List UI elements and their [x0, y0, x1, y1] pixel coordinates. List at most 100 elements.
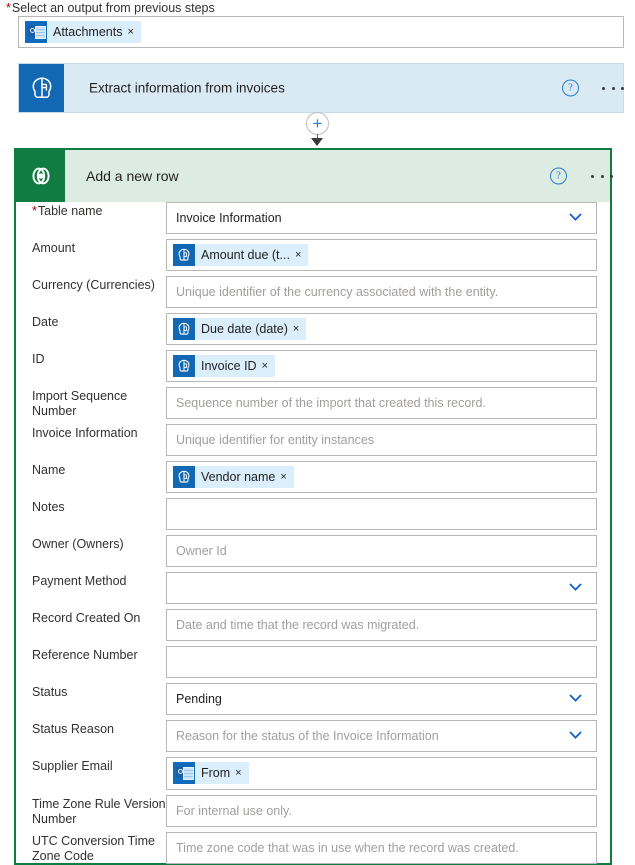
form-row: ID Invoice ID× — [16, 350, 610, 382]
output-picker-field[interactable]: Attachments × — [18, 16, 624, 48]
dataverse-icon — [16, 150, 65, 202]
close-icon[interactable]: × — [279, 466, 293, 488]
dynamic-content-token[interactable]: Amount due (t...× — [173, 244, 308, 266]
field-label: Reference Number — [16, 646, 166, 678]
outlook-icon — [25, 21, 47, 43]
form-row: Invoice InformationUnique identifier for… — [16, 424, 610, 456]
field-label-text: Name — [32, 463, 65, 477]
field-input[interactable]: Unique identifier of the currency associ… — [166, 276, 597, 308]
action-title: Extract information from invoices — [89, 81, 285, 96]
form-row: Amount Amount due (t...× — [16, 239, 610, 271]
field-label-text: Notes — [32, 500, 65, 514]
field-value: Pending — [167, 684, 596, 714]
field-label-text: Status Reason — [32, 722, 114, 736]
close-icon[interactable]: × — [126, 21, 140, 43]
help-icon[interactable]: ? — [550, 168, 567, 185]
token-label: Vendor name — [195, 470, 279, 484]
field-label: Notes — [16, 498, 166, 530]
form-row: Time Zone Rule Version NumberFor interna… — [16, 795, 610, 827]
field-label: Name — [16, 461, 166, 493]
help-icon[interactable]: ? — [562, 80, 579, 97]
field-input[interactable]: Time zone code that was in use when the … — [166, 832, 597, 864]
form-row: Record Created OnDate and time that the … — [16, 609, 610, 641]
more-options-icon[interactable] — [591, 169, 613, 183]
field-label-text: Amount — [32, 241, 75, 255]
field-label: Import Sequence Number — [16, 387, 166, 419]
ai-builder-icon — [173, 355, 195, 377]
more-options-icon[interactable] — [602, 81, 624, 95]
field-label: Status — [16, 683, 166, 715]
form-row: Supplier EmailFrom× — [16, 757, 610, 790]
field-input[interactable]: Vendor name× — [166, 461, 597, 493]
output-picker-label: *Select an output from previous steps — [6, 1, 215, 15]
field-input[interactable]: Due date (date)× — [166, 313, 597, 345]
field-label: Status Reason — [16, 720, 166, 752]
field-input[interactable]: From× — [166, 757, 597, 790]
dynamic-content-token[interactable]: Due date (date)× — [173, 318, 306, 340]
field-label: Date — [16, 313, 166, 345]
form-row: Reference Number — [16, 646, 610, 678]
form-row: Payment Method — [16, 572, 610, 604]
plus-icon: + — [313, 115, 323, 132]
field-label-text: Table name — [38, 204, 103, 218]
field-label: ID — [16, 350, 166, 382]
field-input[interactable]: Invoice Information — [166, 202, 597, 234]
field-placeholder: Unique identifier for entity instances — [167, 425, 596, 455]
close-icon[interactable]: × — [292, 318, 306, 340]
action-card-add-new-row[interactable]: Add a new row ? *Table name Invoice Infor… — [14, 148, 612, 865]
token-label: Attachments — [47, 25, 126, 39]
form-row: *Table name Invoice Information — [16, 202, 610, 234]
dynamic-content-token[interactable]: Invoice ID× — [173, 355, 275, 377]
add-step-button[interactable]: + — [306, 112, 329, 135]
field-input[interactable]: Amount due (t...× — [166, 239, 597, 271]
field-label-text: Currency (Currencies) — [32, 278, 155, 292]
field-label: UTC Conversion Time Zone Code — [16, 832, 166, 864]
action-card-extract-invoices[interactable]: Extract information from invoices ? — [18, 63, 624, 113]
field-label-text: ID — [32, 352, 45, 366]
field-label-text: Payment Method — [32, 574, 127, 588]
field-input[interactable]: Sequence number of the import that creat… — [166, 387, 597, 419]
field-label-text: UTC Conversion Time Zone Code — [32, 834, 155, 863]
action-card-header[interactable]: Add a new row ? — [16, 150, 610, 202]
field-label: Record Created On — [16, 609, 166, 641]
field-input[interactable]: Date and time that the record was migrat… — [166, 609, 597, 641]
field-placeholder: Sequence number of the import that creat… — [167, 388, 596, 418]
form-row: Currency (Currencies) Unique identifier o… — [16, 276, 610, 308]
token-label: From — [195, 766, 234, 780]
field-placeholder: Date and time that the record was migrat… — [167, 610, 596, 640]
field-label-text: Reference Number — [32, 648, 138, 662]
field-label-text: Time Zone Rule Version Number — [32, 797, 166, 826]
field-input[interactable]: For internal use only. — [166, 795, 597, 827]
close-icon[interactable]: × — [294, 244, 308, 266]
field-input[interactable]: Reason for the status of the Invoice Inf… — [166, 720, 597, 752]
token-label: Amount due (t... — [195, 248, 294, 262]
close-icon[interactable]: × — [234, 762, 248, 784]
token-label: Due date (date) — [195, 322, 292, 336]
field-input[interactable] — [166, 498, 597, 530]
close-icon[interactable]: × — [261, 355, 275, 377]
field-input[interactable]: Pending — [166, 683, 597, 715]
action-title: Add a new row — [86, 168, 179, 184]
ai-builder-icon — [19, 64, 64, 112]
field-input[interactable]: Owner Id — [166, 535, 597, 567]
token-attachments[interactable]: Attachments × — [25, 21, 141, 43]
action-form: *Table nameInvoice InformationAmountAmou… — [16, 202, 610, 865]
field-label: Invoice Information — [16, 424, 166, 456]
form-row: Owner (Owners)Owner Id — [16, 535, 610, 567]
form-row: Date Due date (date)× — [16, 313, 610, 345]
form-row: UTC Conversion Time Zone Code Time zone c… — [16, 832, 610, 864]
token-label: Invoice ID — [195, 359, 261, 373]
field-input[interactable]: Invoice ID× — [166, 350, 597, 382]
field-label: Payment Method — [16, 572, 166, 604]
required-asterisk: * — [32, 204, 37, 218]
dynamic-content-token[interactable]: Vendor name× — [173, 466, 294, 488]
field-label-text: Date — [32, 315, 58, 329]
form-row: Status Reason Reason for the status of th… — [16, 720, 610, 752]
field-input[interactable]: Unique identifier for entity instances — [166, 424, 597, 456]
field-input[interactable] — [166, 646, 597, 678]
field-placeholder: Reason for the status of the Invoice Inf… — [167, 721, 596, 751]
field-input[interactable] — [166, 572, 597, 604]
ai-builder-icon — [173, 466, 195, 488]
field-label-text: Status — [32, 685, 67, 699]
dynamic-content-token[interactable]: From× — [173, 762, 249, 784]
